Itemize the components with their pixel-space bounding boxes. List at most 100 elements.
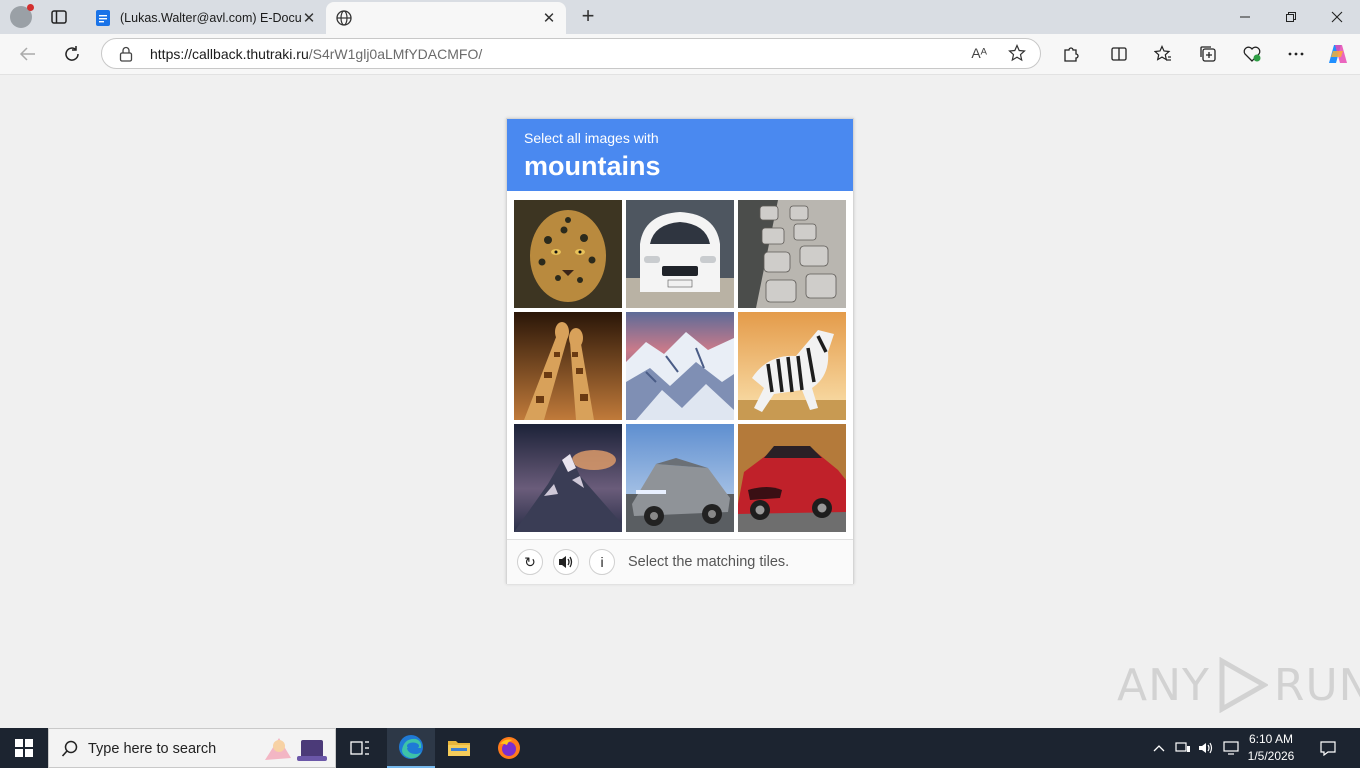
puzzle-icon xyxy=(1064,47,1079,62)
address-bar[interactable]: https://callback.thutraki.ru/S4rW1glj0aL… xyxy=(101,38,1041,69)
notification-icon xyxy=(1320,741,1336,756)
snowy-mountains-image xyxy=(626,312,734,420)
split-screen-icon xyxy=(1111,47,1127,61)
watermark: ANY RUN xyxy=(1117,657,1360,713)
task-view-button[interactable] xyxy=(336,728,384,768)
mountain-peak-image xyxy=(514,424,622,532)
captcha-target-word: mountains xyxy=(524,151,661,181)
extensions-button[interactable] xyxy=(1060,43,1082,65)
copilot-button[interactable] xyxy=(1327,43,1349,65)
read-aloud-icon[interactable]: Aᴬ xyxy=(971,45,987,61)
close-tab-icon[interactable]: ✕ xyxy=(542,10,556,27)
profile-avatar[interactable] xyxy=(10,4,34,28)
heart-pulse-icon xyxy=(1243,46,1261,62)
notifications-button[interactable] xyxy=(1316,728,1340,768)
captcha-footer: ↻ i Select the matching tiles. xyxy=(507,539,853,584)
tab-edocument[interactable]: (Lukas.Walter@avl.com) E-Docum ✕ xyxy=(86,2,326,34)
search-highlight-illustration xyxy=(265,738,327,761)
back-button[interactable] xyxy=(17,43,39,65)
tab-strip: (Lukas.Walter@avl.com) E-Docum ✕ ✕ + xyxy=(0,0,1360,34)
info-icon: i xyxy=(600,554,604,570)
network-icon xyxy=(1175,742,1190,752)
collections-icon xyxy=(1200,46,1216,62)
captcha-tile-zebra[interactable] xyxy=(738,312,846,420)
minimize-icon xyxy=(1240,16,1250,18)
reload-challenge-button[interactable]: ↻ xyxy=(517,549,543,575)
clock-time: 6:10 AM xyxy=(1248,732,1294,746)
split-screen-button[interactable] xyxy=(1108,43,1130,65)
taskbar-firefox[interactable] xyxy=(485,728,533,768)
favorites-icon xyxy=(1154,45,1171,61)
folder-icon xyxy=(448,741,470,756)
settings-menu-button[interactable] xyxy=(1285,43,1307,65)
url-host: https://callback.thutraki.ru xyxy=(150,46,309,62)
browser-essentials-button[interactable] xyxy=(1241,43,1263,65)
captcha-tile-traffic[interactable] xyxy=(738,200,846,308)
system-clock[interactable]: 6:10 AM 1/5/2026 xyxy=(1236,731,1306,765)
tab-actions-icon[interactable] xyxy=(50,8,68,26)
copilot-icon xyxy=(1329,45,1347,63)
taskbar-search-box[interactable]: Type here to search xyxy=(48,728,336,768)
volume-control[interactable] xyxy=(1197,728,1217,768)
more-dots-icon xyxy=(1288,52,1304,56)
new-tab-button[interactable]: + xyxy=(578,5,598,27)
tile-shape xyxy=(530,210,606,302)
watermark-left-text: ANY xyxy=(1117,659,1210,711)
close-tab-icon[interactable]: ✕ xyxy=(302,10,316,27)
task-view-icon xyxy=(350,741,369,755)
windows-logo-icon xyxy=(15,739,33,757)
favorites-button[interactable] xyxy=(1152,43,1174,65)
white-car-image xyxy=(626,200,734,308)
url-text[interactable]: https://callback.thutraki.ru/S4rW1glj0aL… xyxy=(150,46,482,62)
speaker-icon xyxy=(559,556,573,568)
taskbar-edge[interactable] xyxy=(387,728,435,768)
silver-truck-image xyxy=(626,424,734,532)
captcha-tile-silver-truck[interactable] xyxy=(626,424,734,532)
captcha-instruction: Select the matching tiles. xyxy=(628,554,790,570)
start-button[interactable] xyxy=(0,728,48,768)
site-info-icon[interactable] xyxy=(119,46,133,62)
leopard-image xyxy=(514,200,622,308)
giraffes-image xyxy=(514,312,622,420)
browser-toolbar: https://callback.thutraki.ru/S4rW1glj0aL… xyxy=(0,34,1360,75)
edge-icon xyxy=(399,735,423,759)
captcha-tile-white-car[interactable] xyxy=(626,200,734,308)
captcha-image-grid xyxy=(514,200,846,532)
taskbar-file-explorer[interactable] xyxy=(435,728,483,768)
audio-challenge-button[interactable] xyxy=(553,549,579,575)
document-icon xyxy=(96,10,110,26)
close-icon xyxy=(1331,11,1343,23)
chevron-up-icon xyxy=(1153,745,1165,752)
show-hidden-icons-button[interactable] xyxy=(1150,728,1168,768)
traffic-cars-image xyxy=(738,200,846,308)
captcha-tile-giraffes[interactable] xyxy=(514,312,622,420)
tab-current[interactable]: ✕ xyxy=(326,2,566,34)
network-status[interactable] xyxy=(1174,728,1192,768)
firefox-icon xyxy=(498,737,520,759)
zebra-image xyxy=(738,312,846,420)
favorite-star-icon[interactable] xyxy=(1008,44,1026,62)
restore-icon xyxy=(1286,12,1296,22)
close-window-button[interactable] xyxy=(1325,6,1349,28)
play-logo-icon xyxy=(1219,657,1268,713)
captcha-prompt: Select all images with xyxy=(524,130,659,146)
info-button[interactable]: i xyxy=(589,549,615,575)
red-car-image xyxy=(738,424,846,532)
captcha-tile-snowy-mountains[interactable] xyxy=(626,312,734,420)
tab-title: (Lukas.Walter@avl.com) E-Docum xyxy=(120,11,302,25)
minimize-button[interactable] xyxy=(1233,6,1257,28)
volume-icon xyxy=(1199,742,1213,754)
url-path: /S4rW1glj0aLMfYDACMFO/ xyxy=(308,46,483,62)
captcha-widget: Select all images with mountains ↻ i Sel… xyxy=(506,118,854,584)
clock-date: 1/5/2026 xyxy=(1247,749,1295,763)
restore-button[interactable] xyxy=(1279,6,1303,28)
collections-button[interactable] xyxy=(1197,43,1219,65)
taskbar: Type here to search 6:10 AM 1/5/2026 xyxy=(0,728,1360,768)
captcha-tile-red-car[interactable] xyxy=(738,424,846,532)
captcha-tile-mountain-peak[interactable] xyxy=(514,424,622,532)
watermark-right-text: RUN xyxy=(1273,659,1360,711)
captcha-tile-leopard[interactable] xyxy=(514,200,622,308)
reload-icon: ↻ xyxy=(524,553,536,570)
captcha-header: Select all images with mountains xyxy=(507,119,853,191)
refresh-button[interactable] xyxy=(61,43,83,65)
